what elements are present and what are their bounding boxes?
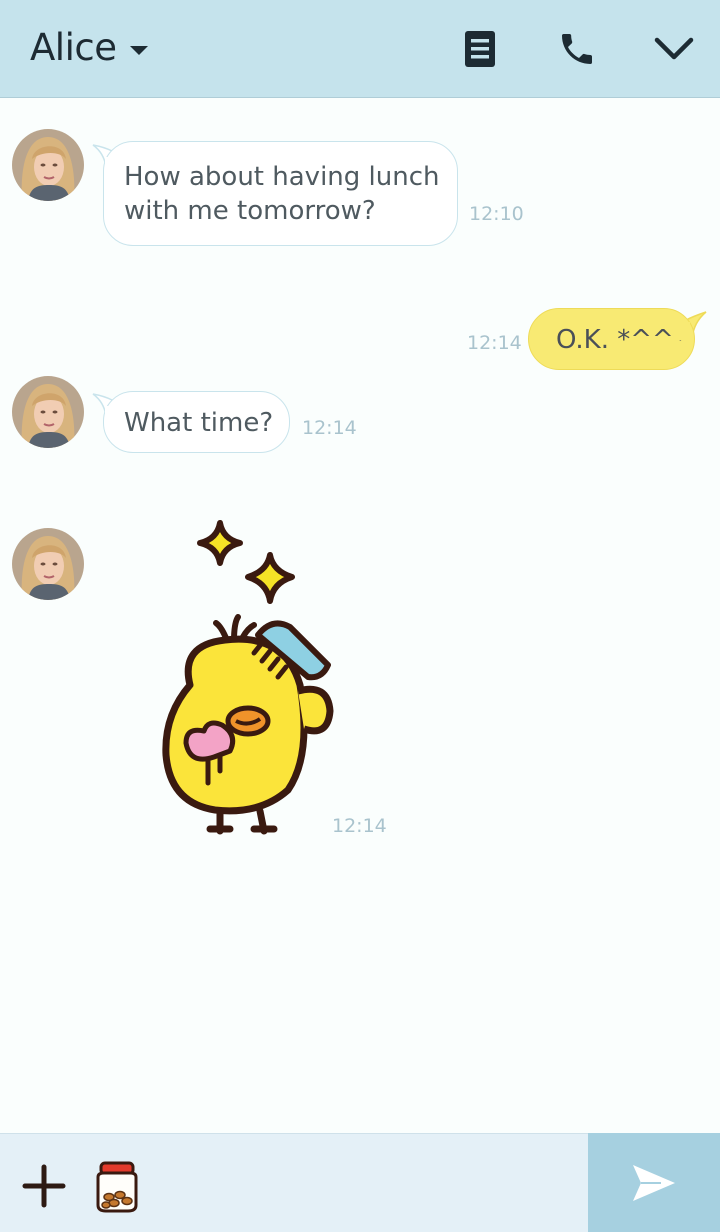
message-timestamp: 12:14 bbox=[302, 417, 357, 439]
avatar[interactable] bbox=[12, 129, 84, 201]
plus-icon bbox=[22, 1164, 66, 1208]
contact-name: Alice bbox=[30, 26, 117, 69]
message-bubble[interactable]: What time? bbox=[103, 391, 290, 453]
send-icon bbox=[633, 1164, 675, 1201]
message-bubble[interactable]: How about having lunch with me tomorrow? bbox=[103, 141, 458, 246]
notes-button[interactable] bbox=[455, 24, 505, 74]
add-button[interactable] bbox=[14, 1156, 74, 1216]
bubble-tail-cover bbox=[105, 157, 121, 173]
bubble-tail-cover bbox=[672, 322, 690, 340]
message-text-line: How about having lunch bbox=[124, 162, 440, 192]
phone-icon bbox=[562, 34, 592, 64]
caret-down-icon bbox=[130, 46, 149, 55]
avatar-image bbox=[12, 528, 84, 600]
chick-sticker[interactable] bbox=[150, 515, 350, 840]
avatar[interactable] bbox=[12, 376, 84, 448]
call-button[interactable] bbox=[552, 24, 602, 74]
message-text: O.K. *^^* bbox=[556, 325, 687, 355]
sticker-jar-icon bbox=[96, 1161, 138, 1213]
sparkle-icon bbox=[245, 552, 295, 604]
message-bubble[interactable]: O.K. *^^* bbox=[528, 308, 695, 370]
collapse-button[interactable] bbox=[649, 24, 699, 74]
message-timestamp: 12:10 bbox=[469, 203, 524, 225]
message-text-line: with me tomorrow? bbox=[124, 196, 376, 226]
chat-header: Alice bbox=[0, 0, 720, 98]
contact-name-dropdown[interactable]: Alice bbox=[30, 24, 149, 72]
message-timestamp: 12:14 bbox=[467, 332, 522, 354]
chevron-down-icon bbox=[654, 37, 694, 60]
sparkle-icon bbox=[197, 520, 243, 566]
message-timestamp: 12:14 bbox=[332, 815, 387, 837]
avatar-image bbox=[12, 376, 84, 448]
bubble-tail-cover bbox=[105, 406, 121, 422]
send-button[interactable] bbox=[588, 1133, 720, 1232]
message-text: What time? bbox=[124, 408, 274, 438]
sticker-button[interactable] bbox=[88, 1156, 146, 1216]
avatar-image bbox=[12, 129, 84, 201]
notes-icon bbox=[465, 31, 495, 67]
avatar[interactable] bbox=[12, 528, 84, 600]
